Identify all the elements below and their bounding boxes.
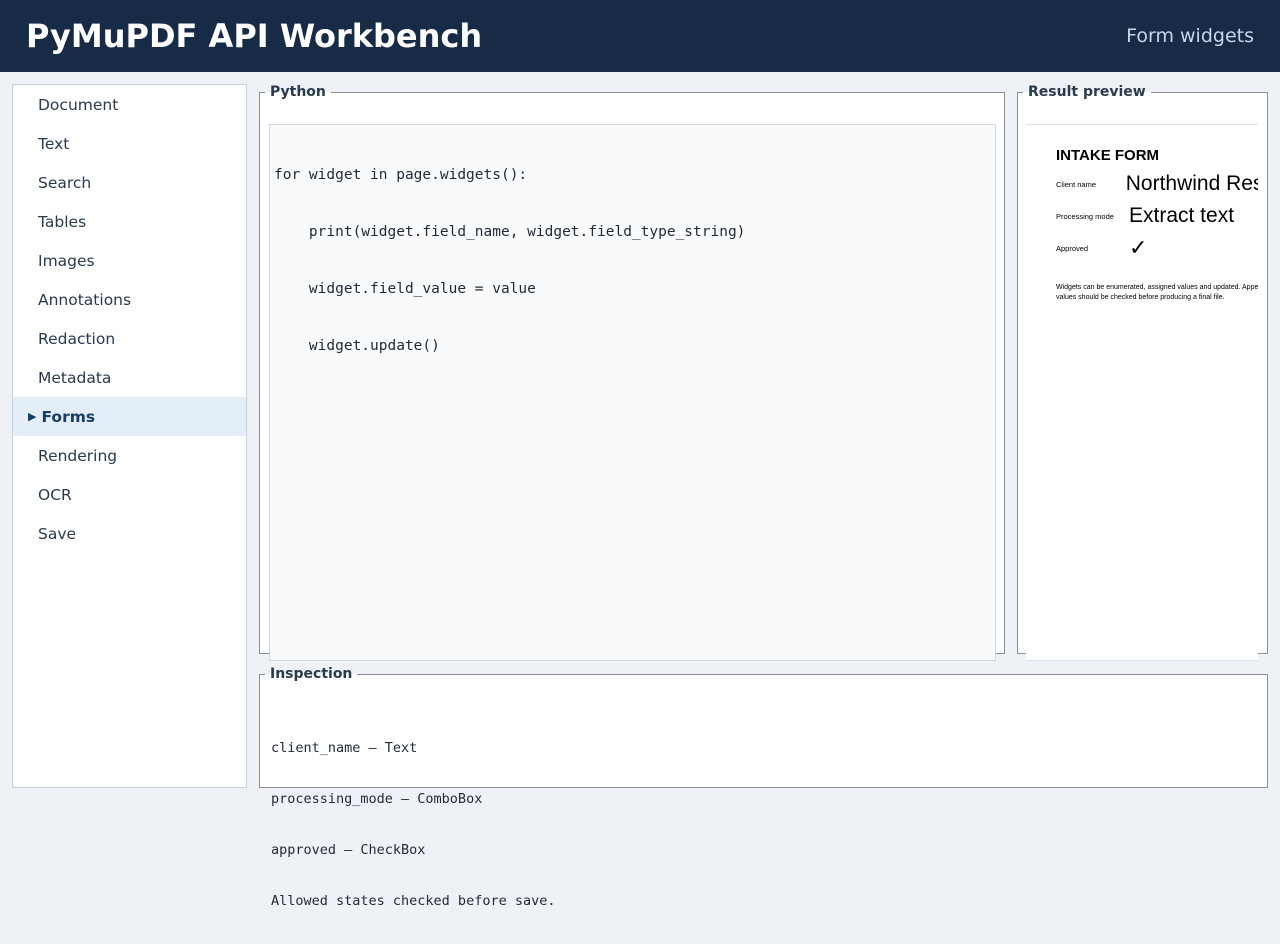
python-panel: Python for widget in page.widgets(): pri…	[259, 84, 1005, 661]
sidebar-item-label: OCR	[38, 485, 72, 504]
sidebar-item-text[interactable]: Text	[13, 124, 246, 163]
sidebar-item-forms[interactable]: ▶ Forms	[13, 397, 246, 436]
inspection-output: client_name — Text processing_mode — Com…	[271, 706, 555, 944]
sidebar-item-ocr[interactable]: OCR	[13, 475, 246, 514]
python-panel-legend: Python	[270, 84, 326, 100]
pdf-page-preview: INTAKE FORM Client name Northwind Resear…	[1056, 139, 1258, 303]
form-field-label: Processing mode	[1056, 211, 1114, 221]
sidebar-item-label: Forms	[41, 407, 96, 426]
form-note: Widgets can be enumerated, assigned valu…	[1056, 283, 1258, 303]
sidebar-item-tables[interactable]: Tables	[13, 202, 246, 241]
app-header: PyMuPDF API Workbench Form widgets	[0, 0, 1280, 72]
sidebar-item-redaction[interactable]: Redaction	[13, 319, 246, 358]
inspection-line: Allowed states checked before save.	[271, 893, 556, 909]
code-line: widget.update()	[274, 338, 440, 354]
inspection-line: client_name — Text	[271, 740, 418, 756]
form-field-value: Northwind Research	[1125, 172, 1258, 195]
sidebar-item-label: Redaction	[38, 329, 116, 348]
form-field-row: Approved ✓	[1056, 232, 1258, 264]
sidebar-item-label: Metadata	[38, 368, 112, 387]
sidebar-item-save[interactable]: Save	[13, 514, 246, 553]
sidebar-item-label: Rendering	[38, 446, 118, 465]
inspection-line: approved — CheckBox	[271, 842, 426, 858]
code-line: widget.field_value = value	[274, 281, 536, 297]
result-preview-legend: Result preview	[1028, 84, 1146, 100]
form-field-row: Client name Northwind Research	[1056, 168, 1258, 200]
checkmark-icon: ✓	[1129, 235, 1148, 260]
sidebar-item-label: Tables	[38, 212, 87, 231]
code-line: print(widget.field_name, widget.field_ty…	[274, 224, 746, 240]
sidebar-item-label: Search	[38, 173, 92, 192]
sidebar-item-label: Document	[38, 95, 119, 114]
sidebar-item-label: Annotations	[38, 290, 132, 309]
sidebar-item-label: Text	[38, 134, 70, 153]
sidebar-item-rendering[interactable]: Rendering	[13, 436, 246, 475]
sidebar-item-search[interactable]: Search	[13, 163, 246, 202]
sidebar: Document Text Search Tables Images Annot…	[12, 84, 247, 788]
preview-viewport[interactable]: INTAKE FORM Client name Northwind Resear…	[1026, 124, 1258, 661]
sidebar-item-label: Images	[38, 251, 95, 270]
active-arrow-icon: ▶	[28, 410, 37, 423]
sidebar-item-annotations[interactable]: Annotations	[13, 280, 246, 319]
sidebar-item-label: Save	[38, 524, 77, 543]
result-preview-panel: Result preview INTAKE FORM Client name N…	[1017, 84, 1268, 661]
sidebar-item-images[interactable]: Images	[13, 241, 246, 280]
inspection-panel: Inspection client_name — Text processing…	[259, 666, 1268, 909]
form-note-line: Widgets can be enumerated, assigned valu…	[1056, 284, 1258, 291]
sidebar-item-metadata[interactable]: Metadata	[13, 358, 246, 397]
form-field-label: Approved	[1056, 243, 1089, 253]
form-field-label: Client name	[1056, 179, 1097, 189]
form-heading: INTAKE FORM	[1056, 147, 1160, 164]
current-section-label: Form widgets	[1126, 25, 1254, 47]
app-title: PyMuPDF API Workbench	[26, 17, 483, 55]
form-field-row: Processing mode Extract text	[1056, 200, 1258, 232]
sidebar-item-document[interactable]: Document	[13, 85, 246, 124]
form-field-value: Extract text	[1129, 204, 1235, 227]
code-line: for widget in page.widgets():	[274, 167, 528, 183]
code-editor[interactable]: for widget in page.widgets(): print(widg…	[269, 124, 996, 661]
form-note-line: values should be checked before producin…	[1056, 294, 1225, 301]
inspection-legend: Inspection	[270, 666, 353, 682]
